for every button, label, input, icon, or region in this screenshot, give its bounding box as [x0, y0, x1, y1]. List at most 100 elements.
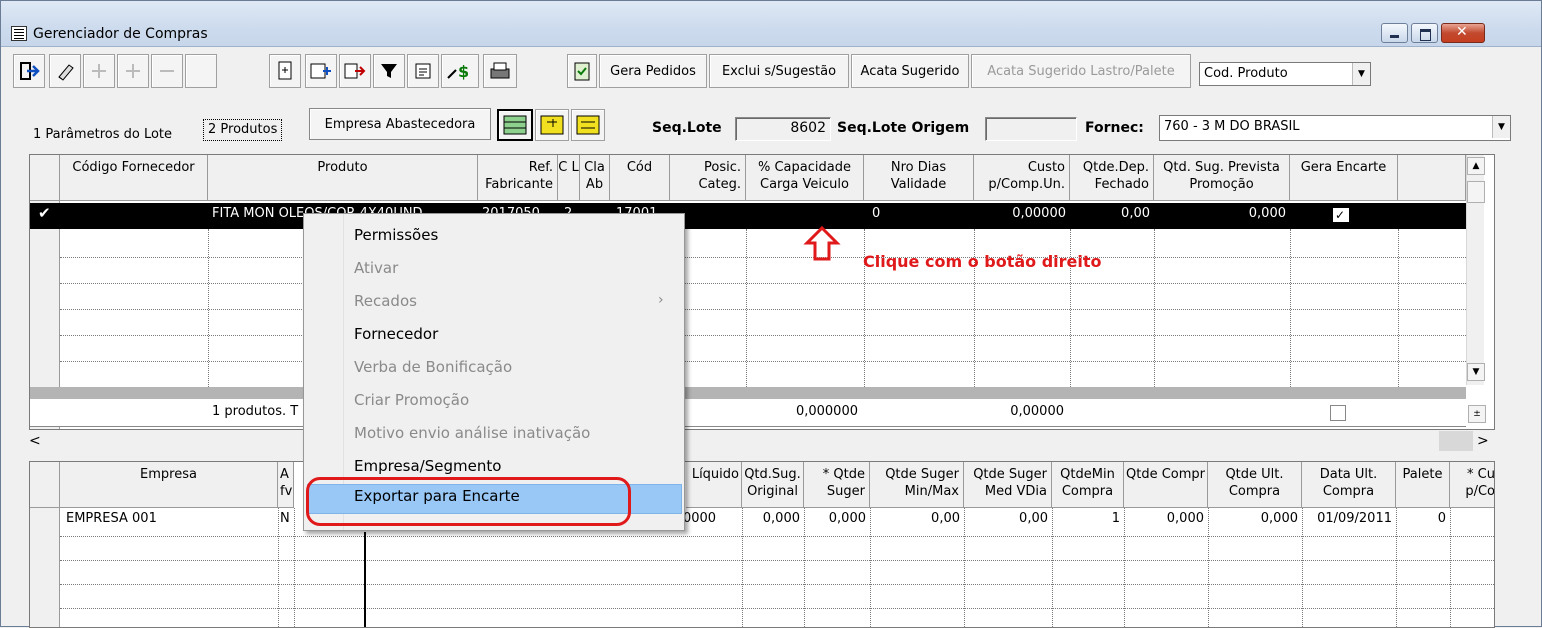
col-qtde-ult-compra[interactable]: Qtde Ult. Compra: [1208, 462, 1302, 508]
scroll-right-icon[interactable]: >: [1477, 433, 1489, 449]
col-produto[interactable]: Produto: [208, 155, 478, 201]
custo-cell[interactable]: 0,00000: [974, 203, 1070, 229]
qtde-ult-cell[interactable]: 0,000: [1208, 508, 1302, 534]
col-codigo-fornecedor[interactable]: Código Fornecedor: [60, 155, 208, 201]
col-cod[interactable]: Cód: [610, 155, 670, 201]
seq-lote-label: Seq.Lote: [652, 120, 722, 136]
chevron-down-icon[interactable]: ▼: [1352, 63, 1370, 85]
window-app-icon[interactable]: [11, 26, 27, 41]
suger-minmax-cell[interactable]: 0,00: [870, 508, 964, 534]
menu-item-fornecedor[interactable]: Fornecedor: [354, 325, 438, 349]
col-data-ult-compra[interactable]: Data Ult. Compra: [1302, 462, 1396, 508]
notes-icon[interactable]: [407, 54, 439, 88]
exit-icon[interactable]: [13, 54, 45, 88]
annotation-text: Clique com o botão direito: [863, 252, 1102, 271]
acata-lastro-button[interactable]: Acata Sugerido Lastro/Palete: [971, 54, 1191, 88]
qtd-sug-original-cell[interactable]: 0,000: [742, 508, 804, 534]
palete-cell[interactable]: 0: [1396, 508, 1450, 534]
remove-disabled-icon[interactable]: [151, 54, 183, 88]
empresa-cell[interactable]: EMPRESA 001: [62, 508, 272, 534]
chevron-down-icon[interactable]: ▼: [1492, 116, 1510, 138]
menu-item-motivo-envio[interactable]: Motivo envio análise inativação: [354, 424, 590, 448]
search-field-select[interactable]: Cod. Produto ▼: [1199, 62, 1371, 86]
menu-item-ativar[interactable]: Ativar: [354, 259, 398, 283]
scroll-thumb[interactable]: [1467, 181, 1485, 203]
blank-button[interactable]: [185, 54, 217, 88]
menu-item-criar-promocao[interactable]: Criar Promoção: [354, 391, 469, 415]
col-qtde-compr[interactable]: Qtde Compr: [1124, 462, 1208, 508]
tab-parametros-lote[interactable]: 1 Parâmetros do Lote: [33, 123, 172, 149]
acata-sugerido-button[interactable]: Acata Sugerido: [851, 54, 969, 88]
layout-columns-icon[interactable]: [571, 109, 605, 141]
filter-icon[interactable]: [373, 54, 405, 88]
col-gera-encarte[interactable]: Gera Encarte: [1290, 155, 1398, 201]
col-custo-compra[interactable]: * Cu p/Co: [1450, 462, 1494, 508]
empresa-abastecedora-button[interactable]: Empresa Abastecedora: [309, 108, 491, 140]
suger-medvdia-cell[interactable]: 0,00: [964, 508, 1052, 534]
col-liquido[interactable]: Líquido: [686, 462, 742, 508]
custo-total: 0,00000: [1010, 404, 1064, 419]
eraser-icon[interactable]: [49, 54, 81, 88]
tab-produtos[interactable]: 2 Produtos: [203, 119, 283, 141]
col-qtd-sug-promocao[interactable]: Qtd. Sug. Prevista Promoção: [1154, 155, 1290, 201]
fornecedor-select[interactable]: 760 - 3 M DO BRASIL ▼: [1159, 115, 1511, 141]
maximize-button[interactable]: [1411, 23, 1438, 43]
gera-encarte-total-checkbox[interactable]: [1330, 405, 1346, 421]
col-palete[interactable]: Palete: [1396, 462, 1450, 508]
menu-item-verba-bonificacao[interactable]: Verba de Bonificação: [354, 358, 512, 382]
menu-item-recados[interactable]: Recados: [354, 292, 417, 316]
spin-icon[interactable]: ±: [1468, 405, 1486, 423]
col-capacidade[interactable]: % Capacidade Carga Veiculo: [746, 155, 864, 201]
col-empresa[interactable]: Empresa: [60, 462, 278, 508]
scroll-left-icon[interactable]: <: [29, 433, 41, 449]
edit-disabled-icon[interactable]: [117, 54, 149, 88]
col-cla-ab[interactable]: Cla Ab: [580, 155, 610, 201]
close-button[interactable]: [1441, 23, 1485, 43]
table-row[interactable]: EMPRESA 001 N 0,000000 0,000 0,000 0,00 …: [60, 508, 1494, 534]
col-qtde-suger[interactable]: * Qtde Suger: [804, 462, 870, 508]
move-rows-icon[interactable]: [339, 54, 371, 88]
layout-split-icon[interactable]: [535, 109, 569, 141]
minimize-button[interactable]: [1381, 23, 1408, 43]
col-suger-medvdia[interactable]: Qtde Suger Med VDia: [964, 462, 1052, 508]
seq-lote-origem-label: Seq.Lote Origem: [837, 120, 970, 136]
h-scroll-thumb[interactable]: [1439, 431, 1473, 451]
insert-rows-icon[interactable]: [305, 54, 337, 88]
col-suger-minmax[interactable]: Qtde Suger Min/Max: [870, 462, 964, 508]
table-row[interactable]: ✔ FITA MON OLEOS/COR 4X40UND 2017050 2 1…: [30, 203, 1466, 229]
col-qtdemin-compra[interactable]: QtdeMin Compra: [1052, 462, 1124, 508]
seq-lote-origem-field[interactable]: [985, 117, 1077, 141]
col-afv[interactable]: A fv: [278, 462, 294, 508]
add-disabled-icon[interactable]: [83, 54, 115, 88]
data-ult-cell[interactable]: 01/09/2011: [1302, 508, 1396, 534]
col-posic-categ[interactable]: Posic. Categ.: [670, 155, 746, 201]
qtdemin-cell[interactable]: 1: [1052, 508, 1124, 534]
col-dias-validade[interactable]: Nro Dias Validade: [864, 155, 974, 201]
grid1-vertical-scrollbar[interactable]: ▲ ▼: [1466, 155, 1485, 385]
gera-pedidos-button[interactable]: Gera Pedidos: [599, 54, 707, 88]
price-icon[interactable]: $: [441, 54, 479, 88]
scroll-up-icon[interactable]: ▲: [1467, 157, 1485, 175]
qtd-sug-cell[interactable]: 0,000: [1154, 203, 1290, 229]
scroll-down-icon[interactable]: ▼: [1467, 363, 1485, 381]
col-ref-fabricante[interactable]: Ref. Fabricante: [478, 155, 558, 201]
col-custo[interactable]: Custo p/Comp.Un.: [974, 155, 1070, 201]
qtde-dep-cell[interactable]: 0,00: [1070, 203, 1154, 229]
copy-icon[interactable]: [269, 54, 301, 88]
horizontal-scrollbar[interactable]: < >: [29, 431, 1495, 451]
qtde-compr-cell[interactable]: 0,000: [1124, 508, 1208, 534]
seq-lote-field[interactable]: 8602: [735, 117, 831, 141]
layout-grid-icon[interactable]: [497, 109, 533, 141]
checklist-icon[interactable]: [567, 54, 597, 88]
col-qtde-dep[interactable]: Qtde.Dep. Fechado: [1070, 155, 1154, 201]
dias-cell[interactable]: 0: [868, 203, 972, 229]
col-qtd-sug-original[interactable]: Qtd.Sug. Original: [742, 462, 804, 508]
menu-item-permissoes[interactable]: Permissões: [354, 226, 438, 250]
row-indicator-header: [30, 462, 60, 508]
qtde-suger-cell[interactable]: 0,000: [804, 508, 870, 534]
exclui-sugestao-button[interactable]: Exclui s/Sugestão: [709, 54, 849, 88]
gera-encarte-checkbox[interactable]: ✓: [1332, 207, 1350, 223]
col-cl[interactable]: C L: [558, 155, 580, 201]
splitter-bar[interactable]: [30, 387, 1466, 399]
print-icon[interactable]: [483, 54, 517, 88]
